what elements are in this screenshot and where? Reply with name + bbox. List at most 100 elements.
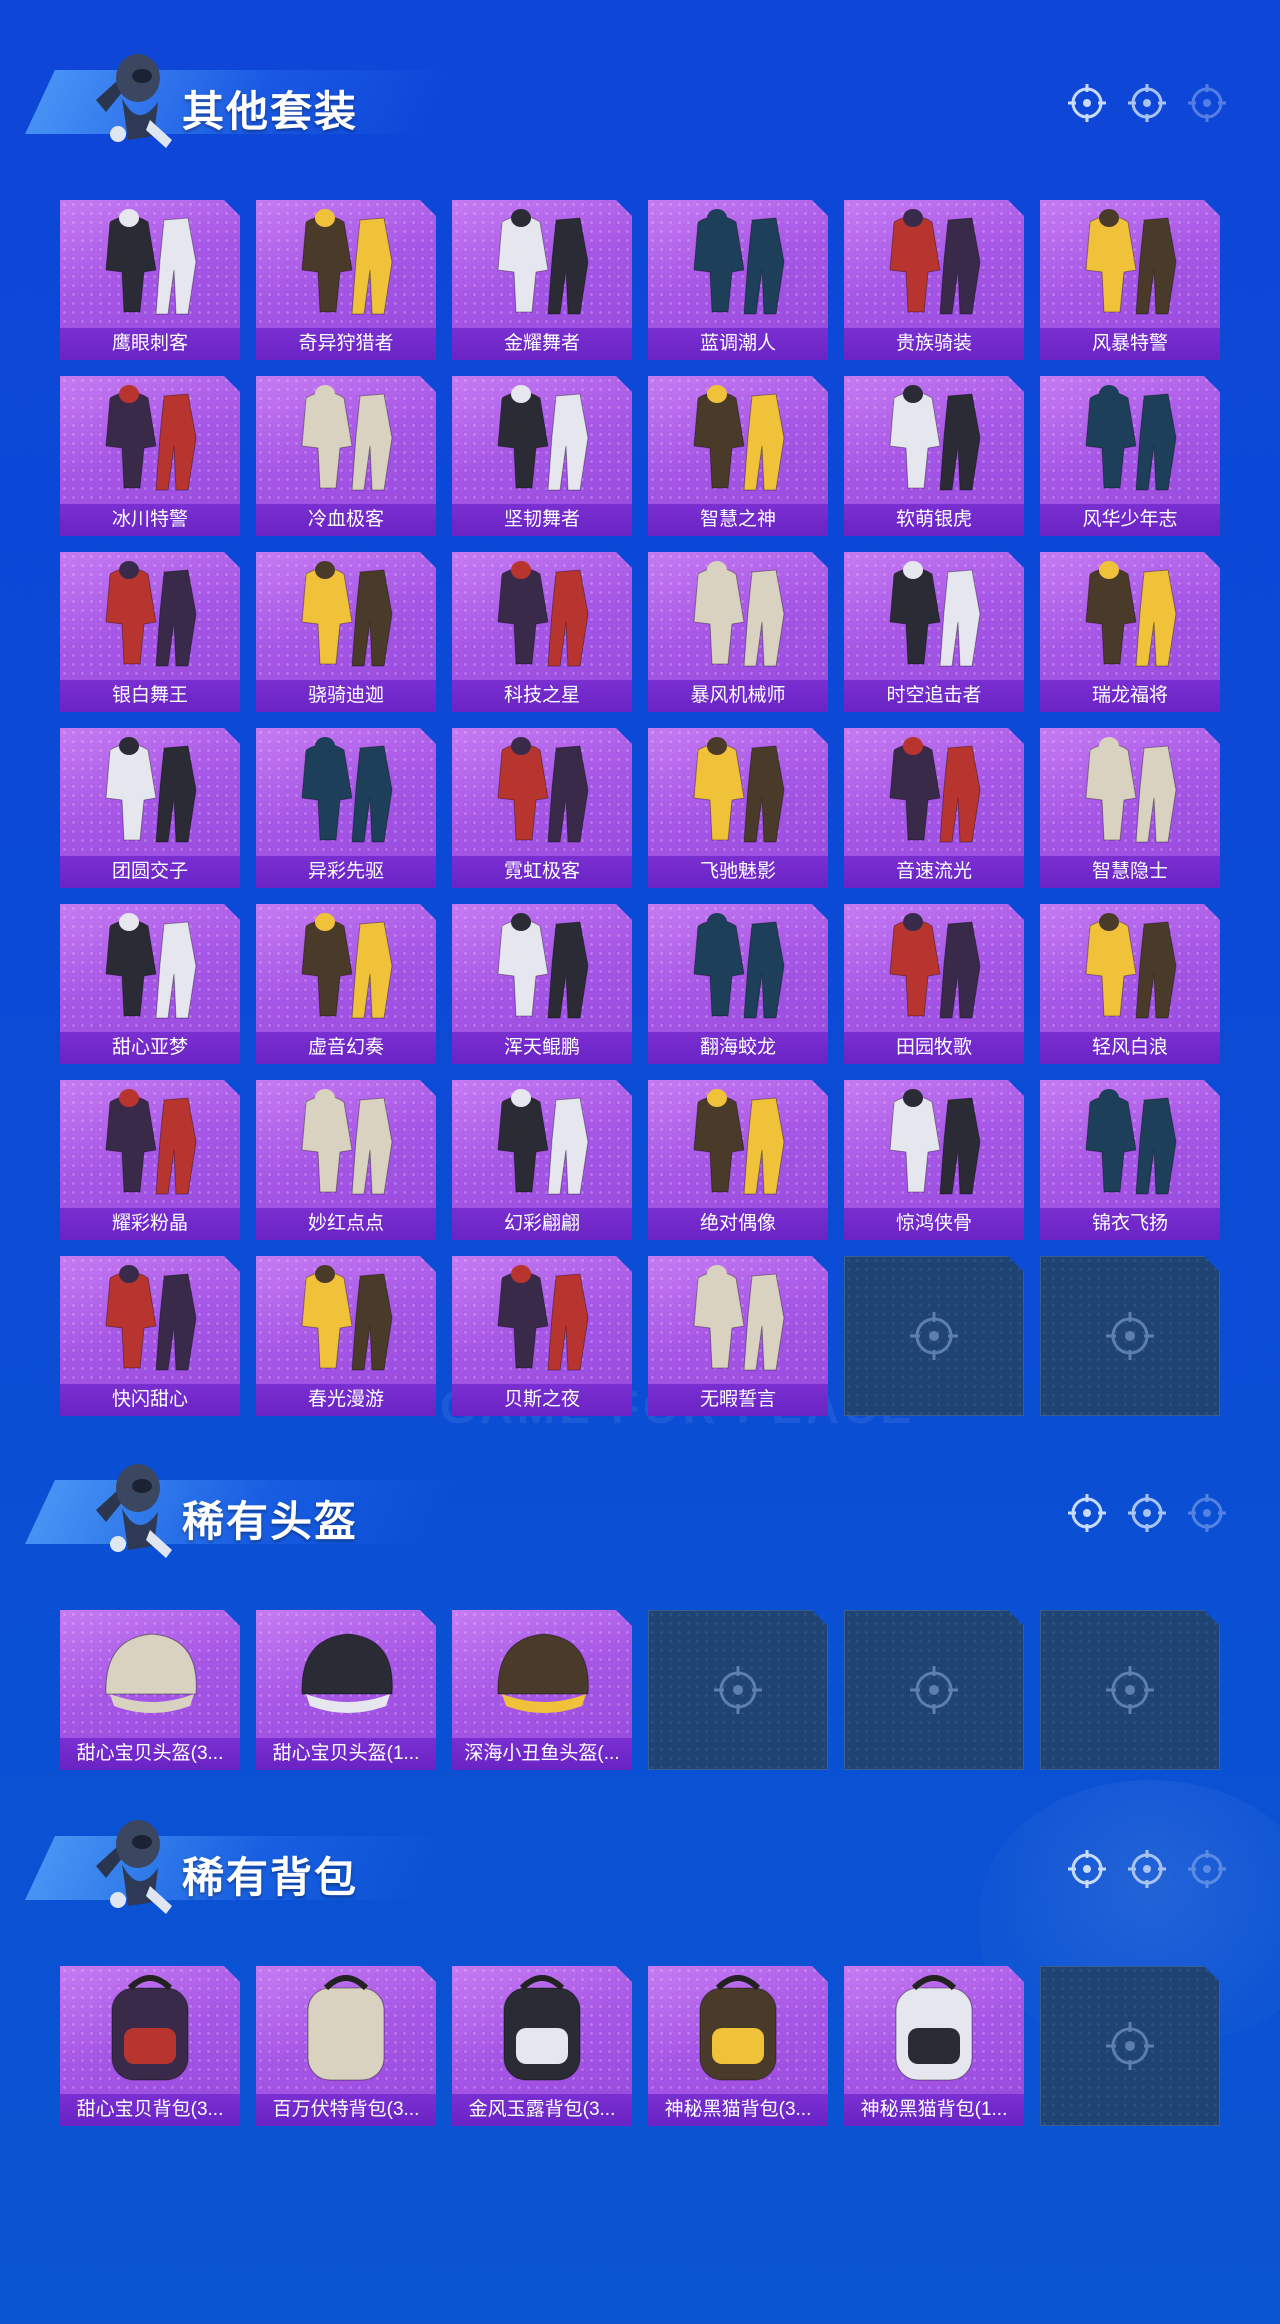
item-label: 暴风机械师 [648, 680, 828, 712]
item-tile[interactable]: 团圆交子 [60, 728, 240, 888]
item-label: 异彩先驱 [256, 856, 436, 888]
empty-slot [1040, 1256, 1220, 1416]
item-tile[interactable]: 异彩先驱 [256, 728, 436, 888]
section-other-outfits: 其他套装 鹰眼刺客 奇异狩猎者 金耀舞者 蓝调潮人 贵族骑装 风暴特警 冰川特警… [0, 40, 1280, 160]
crosshair-icon [710, 1662, 766, 1718]
helmet-image [452, 1610, 632, 1734]
item-tile[interactable]: 智慧隐士 [1040, 728, 1220, 888]
item-tile[interactable]: 百万伏特背包(3... [256, 1966, 436, 2126]
item-tile[interactable]: 时空追击者 [844, 552, 1024, 712]
item-tile[interactable]: 无暇誓言 [648, 1256, 828, 1416]
item-tile[interactable]: 浑天鲲鹏 [452, 904, 632, 1064]
item-tile[interactable]: 耀彩粉晶 [60, 1080, 240, 1240]
item-tile[interactable]: 霓虹极客 [452, 728, 632, 888]
item-tile[interactable]: 暴风机械师 [648, 552, 828, 712]
item-tile[interactable]: 冷血极客 [256, 376, 436, 536]
item-label: 银白舞王 [60, 680, 240, 712]
item-label: 金耀舞者 [452, 328, 632, 360]
item-tile[interactable]: 软萌银虎 [844, 376, 1024, 536]
item-tile[interactable]: 甜心宝贝头盔(1... [256, 1610, 436, 1770]
item-tile[interactable]: 贝斯之夜 [452, 1256, 632, 1416]
item-tile[interactable]: 飞驰魅影 [648, 728, 828, 888]
helmet-image [60, 1610, 240, 1734]
empty-slot [1040, 1966, 1220, 2126]
item-tile[interactable]: 翻海蛟龙 [648, 904, 828, 1064]
item-label: 神秘黑猫背包(1... [844, 2094, 1024, 2126]
item-tile[interactable]: 锦衣飞扬 [1040, 1080, 1220, 1240]
outfit-image [452, 1080, 632, 1204]
outfit-image [60, 552, 240, 676]
item-tile[interactable]: 风暴特警 [1040, 200, 1220, 360]
outfit-image [60, 728, 240, 852]
item-tile[interactable]: 神秘黑猫背包(3... [648, 1966, 828, 2126]
item-label: 骁骑迪迦 [256, 680, 436, 712]
outfit-image [256, 376, 436, 500]
item-label: 冷血极客 [256, 504, 436, 536]
header-icons [1066, 82, 1228, 124]
backpack-image [452, 1966, 632, 2090]
empty-slot [1040, 1610, 1220, 1770]
section-title: 稀有头盔 [182, 1498, 359, 1545]
item-tile[interactable]: 蓝调潮人 [648, 200, 828, 360]
item-tile[interactable]: 绝对偶像 [648, 1080, 828, 1240]
item-label: 神秘黑猫背包(3... [648, 2094, 828, 2126]
item-tile[interactable]: 金耀舞者 [452, 200, 632, 360]
item-tile[interactable]: 田园牧歌 [844, 904, 1024, 1064]
item-tile[interactable]: 虚音幻奏 [256, 904, 436, 1064]
section-header: 其他套装 [0, 40, 1280, 160]
item-tile[interactable]: 幻彩翩翩 [452, 1080, 632, 1240]
item-tile[interactable]: 奇异狩猎者 [256, 200, 436, 360]
item-tile[interactable]: 冰川特警 [60, 376, 240, 536]
crosshair-icon [1188, 1850, 1226, 1888]
item-tile[interactable]: 神秘黑猫背包(1... [844, 1966, 1024, 2126]
outfit-image [452, 376, 632, 500]
outfit-image [60, 200, 240, 324]
item-tile[interactable]: 坚韧舞者 [452, 376, 632, 536]
outfit-image [1040, 376, 1220, 500]
item-grid: 鹰眼刺客 奇异狩猎者 金耀舞者 蓝调潮人 贵族骑装 风暴特警 冰川特警 冷血极客… [60, 200, 1220, 1416]
item-label: 甜心宝贝背包(3... [60, 2094, 240, 2126]
empty-slot [648, 1610, 828, 1770]
item-tile[interactable]: 甜心宝贝背包(3... [60, 1966, 240, 2126]
item-label: 田园牧歌 [844, 1032, 1024, 1064]
item-tile[interactable]: 甜心亚梦 [60, 904, 240, 1064]
outfit-image [452, 200, 632, 324]
item-tile[interactable]: 瑞龙福将 [1040, 552, 1220, 712]
item-tile[interactable]: 鹰眼刺客 [60, 200, 240, 360]
item-tile[interactable]: 科技之星 [452, 552, 632, 712]
item-tile[interactable]: 快闪甜心 [60, 1256, 240, 1416]
item-label: 奇异狩猎者 [256, 328, 436, 360]
item-tile[interactable]: 甜心宝贝头盔(3... [60, 1610, 240, 1770]
outfit-image [648, 552, 828, 676]
item-grid: 甜心宝贝背包(3... 百万伏特背包(3... 金风玉露背包(3... 神秘黑猫… [60, 1966, 1220, 2126]
item-tile[interactable]: 银白舞王 [60, 552, 240, 712]
item-grid: 甜心宝贝头盔(3... 甜心宝贝头盔(1... 深海小丑鱼头盔(... [60, 1610, 1220, 1770]
item-tile[interactable]: 妙红点点 [256, 1080, 436, 1240]
outfit-image [256, 1080, 436, 1204]
backpack-image [844, 1966, 1024, 2090]
crosshair-icon [1068, 1850, 1106, 1888]
item-tile[interactable]: 轻风白浪 [1040, 904, 1220, 1064]
item-tile[interactable]: 贵族骑装 [844, 200, 1024, 360]
item-tile[interactable]: 金风玉露背包(3... [452, 1966, 632, 2126]
item-tile[interactable]: 深海小丑鱼头盔(... [452, 1610, 632, 1770]
item-label: 坚韧舞者 [452, 504, 632, 536]
outfit-image [1040, 904, 1220, 1028]
crosshair-icon [1102, 1308, 1158, 1364]
item-label: 轻风白浪 [1040, 1032, 1220, 1064]
item-label: 耀彩粉晶 [60, 1208, 240, 1240]
outfit-image [1040, 552, 1220, 676]
section-header: 稀有背包 [0, 1806, 1280, 1926]
item-tile[interactable]: 风华少年志 [1040, 376, 1220, 536]
item-label: 贵族骑装 [844, 328, 1024, 360]
outfit-image [844, 200, 1024, 324]
item-tile[interactable]: 惊鸿侠骨 [844, 1080, 1024, 1240]
outfit-image [60, 1256, 240, 1380]
item-tile[interactable]: 骁骑迪迦 [256, 552, 436, 712]
item-label: 百万伏特背包(3... [256, 2094, 436, 2126]
item-tile[interactable]: 春光漫游 [256, 1256, 436, 1416]
item-label: 锦衣飞扬 [1040, 1208, 1220, 1240]
item-tile[interactable]: 智慧之神 [648, 376, 828, 536]
backpack-image [256, 1966, 436, 2090]
item-tile[interactable]: 音速流光 [844, 728, 1024, 888]
